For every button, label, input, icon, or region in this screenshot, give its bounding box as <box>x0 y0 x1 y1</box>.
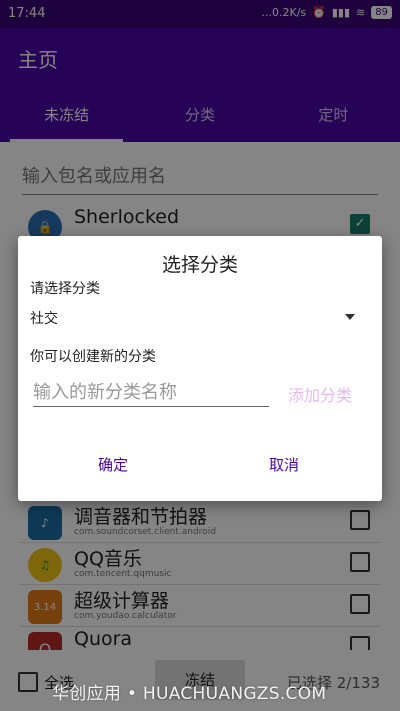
new-category-input[interactable]: 输入的新分类名称 <box>33 378 269 407</box>
create-category-label: 你可以创建新的分类 <box>30 349 156 365</box>
watermark: 华创应用 • HUACHUANGZS.COM <box>52 684 327 704</box>
dropdown-arrow-icon <box>345 314 355 320</box>
add-category-button[interactable]: 添加分类 <box>288 382 352 406</box>
selected-category: 社交 <box>30 311 58 327</box>
dialog-title: 选择分类 <box>161 254 238 276</box>
ok-button[interactable]: 确定 <box>98 454 128 475</box>
choose-category-dialog: 选择分类 请选择分类 社交 你可以创建新的分类 输入的新分类名称 添加分类 确定… <box>18 236 382 501</box>
cancel-button[interactable]: 取消 <box>269 454 299 475</box>
choose-category-label: 请选择分类 <box>30 281 100 297</box>
category-select[interactable]: 社交 <box>30 308 355 334</box>
